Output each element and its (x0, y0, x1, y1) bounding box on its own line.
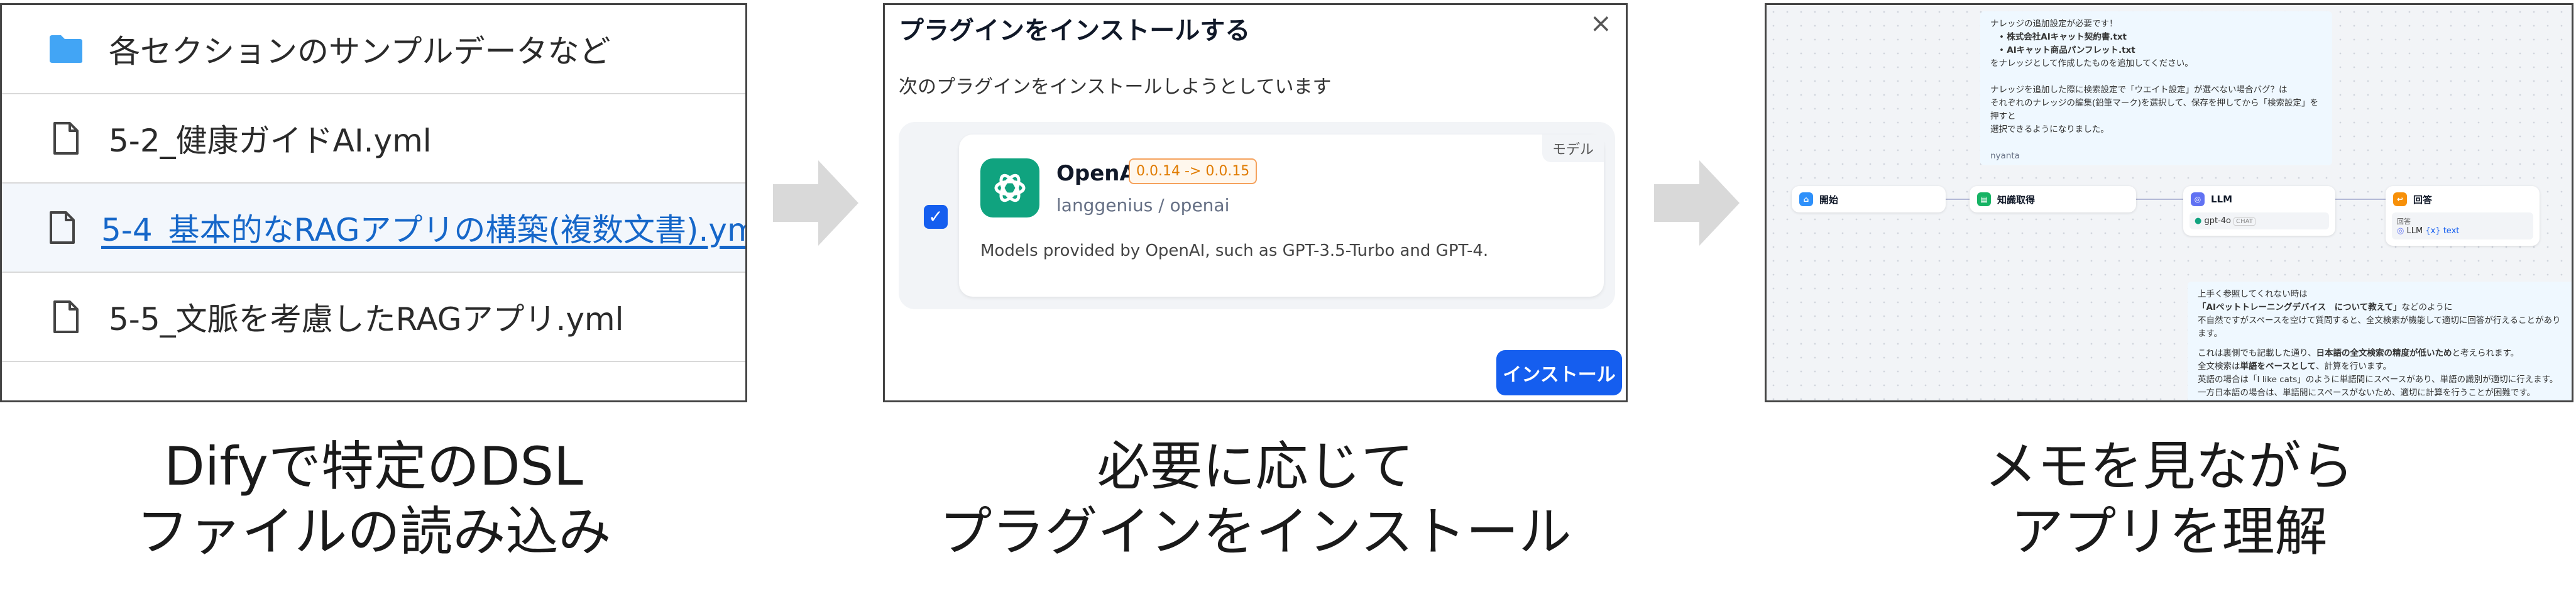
install-button[interactable]: インストール (1496, 350, 1622, 395)
caption-step1: Difyで特定のDSL ファイルの読み込み (136, 436, 611, 563)
plugin-list: ✓ モデル OpenAI 0.0.14 -> 0.0.15 langgenius… (899, 122, 1615, 309)
plugin-card: モデル OpenAI 0.0.14 -> 0.0.15 langgenius /… (959, 135, 1604, 297)
start-node[interactable]: ⌂ 開始 (1792, 186, 1946, 212)
note-text: それぞれのナレッジの編集(鉛筆マーク)を選択して、保存を押してから「検索設定」を… (1990, 98, 2319, 121)
close-icon[interactable]: × (1590, 8, 1612, 38)
caption-step3: メモを見ながら アプリを理解 (1984, 436, 2354, 563)
list-item[interactable]: 各セクションのサンプルデータなど (2, 5, 745, 94)
file-label: 各セクションのサンプルデータなど (109, 33, 611, 70)
list-item[interactable]: 5-5_文脈を考慮したRAGアプリ.yml (2, 273, 745, 362)
file-icon (48, 210, 76, 245)
note-text: これは裏側でも記載した通り、日本語の全文検索の精度が低いためと考えられます。 (2198, 348, 2519, 358)
dialog-title: プラグインをインストールする (899, 16, 1251, 45)
version-badge: 0.0.14 -> 0.0.15 (1129, 158, 1258, 184)
note-text: をナレッジとして作成したものを追加してください。 (1990, 58, 2193, 69)
plugin-checkbox[interactable]: ✓ (924, 205, 948, 229)
node-title: LLM (2211, 194, 2233, 205)
plugin-description: Models provided by OpenAI, such as GPT-3… (980, 241, 1489, 260)
note-text: 全文検索は単語をベースとして、計算を行います。 (2198, 361, 2392, 371)
plugin-author: langgenius / openai (1056, 195, 1230, 216)
note-text: 英語の場合は「I like cats」のように単語間にスペースがあり、単語の識別… (2198, 375, 2558, 385)
memo-note[interactable]: 上手く参照してくれない時は 「AIペットトレーニングデバイス について教えて」な… (2188, 282, 2572, 400)
note-text: 上手く参照してくれない時は (2198, 289, 2308, 299)
edge (2335, 199, 2386, 200)
llm-node[interactable]: ◎ LLM ● gpt-4o CHAT (2183, 186, 2335, 236)
note-text: 選択できるようになりました。 (1990, 124, 2109, 135)
file-list-panel: 各セクションのサンプルデータなど 5-2_健康ガイドAI.yml 5-4_基本的… (0, 3, 747, 402)
right-arrow-icon (773, 160, 858, 246)
note-text: ナレッジの追加設定が必要です！ (1990, 19, 2118, 29)
knowledge-retrieval-node[interactable]: ▤ 知識取得 (1970, 186, 2136, 212)
node-title: 知識取得 (1997, 194, 2036, 206)
book-icon: ▤ (1977, 192, 1991, 206)
install-plugin-dialog: プラグインをインストールする × 次のプラグインをインストールしようとしています… (883, 3, 1628, 402)
answer-icon: ↩ (2393, 192, 2407, 206)
file-label: 5-2_健康ガイドAI.yml (109, 123, 432, 159)
note-text: 不自然ですがスペースを空けて質問すると、全文検索が機能して適切に回答が行えること… (2198, 316, 2561, 339)
workflow-canvas: ナレッジの追加設定が必要です！ • 株式会社AIキャット契約書.txt • AI… (1765, 3, 2573, 402)
home-icon: ⌂ (1799, 192, 1813, 206)
list-item[interactable]: 5-2_健康ガイドAI.yml (2, 94, 745, 184)
folder-icon (48, 31, 84, 67)
edge (2136, 199, 2183, 200)
node-title: 回答 (2413, 194, 2433, 206)
right-arrow-icon (1654, 160, 1740, 246)
file-link[interactable]: 5-4_基本的なRAGアプリの構築(複数文書).yml (101, 205, 745, 250)
file-icon (48, 299, 84, 334)
note-text: 「AIペットトレーニングデバイス について教えて」などのように (2198, 302, 2453, 312)
list-item-selected[interactable]: 5-4_基本的なRAGアプリの構築(複数文書).yml (2, 184, 745, 273)
caption-step2: 必要に応じて プラグインをインストール (939, 436, 1572, 563)
llm-icon: ◎ (2191, 192, 2205, 206)
note-text: 一方日本語の場合は、単語間にスペースがないため、適切に計算を行うことが困難です。 (2198, 388, 2536, 398)
edge (1946, 199, 1970, 200)
memo-note[interactable]: ナレッジの追加設定が必要です！ • 株式会社AIキャット契約書.txt • AI… (1980, 11, 2332, 165)
file-icon (48, 121, 84, 156)
plugin-type-badge: モデル (1542, 135, 1604, 162)
node-title: 開始 (1819, 194, 1839, 206)
llm-model: ● gpt-4o CHAT (2190, 212, 2329, 229)
note-bullet: • AIキャット商品パンフレット.txt (1999, 45, 2135, 55)
note-bullet: • 株式会社AIキャット契約書.txt (1999, 32, 2127, 42)
openai-icon: ● (2195, 216, 2202, 226)
note-text: ナレッジを追加した際に検索設定で「ウエイト設定」が選べない場合バグ？は (1990, 85, 2288, 95)
file-label: 5-5_文脈を考慮したRAGアプリ.yml (109, 301, 624, 338)
openai-logo-icon (980, 158, 1039, 217)
dialog-subtitle: 次のプラグインをインストールしようとしています (899, 76, 1332, 98)
note-author: nyanta (1990, 151, 2020, 161)
answer-node[interactable]: ↩ 回答 回答 ◎ LLM {x} text (2386, 186, 2540, 246)
answer-output: 回答 ◎ LLM {x} text (2392, 212, 2533, 239)
